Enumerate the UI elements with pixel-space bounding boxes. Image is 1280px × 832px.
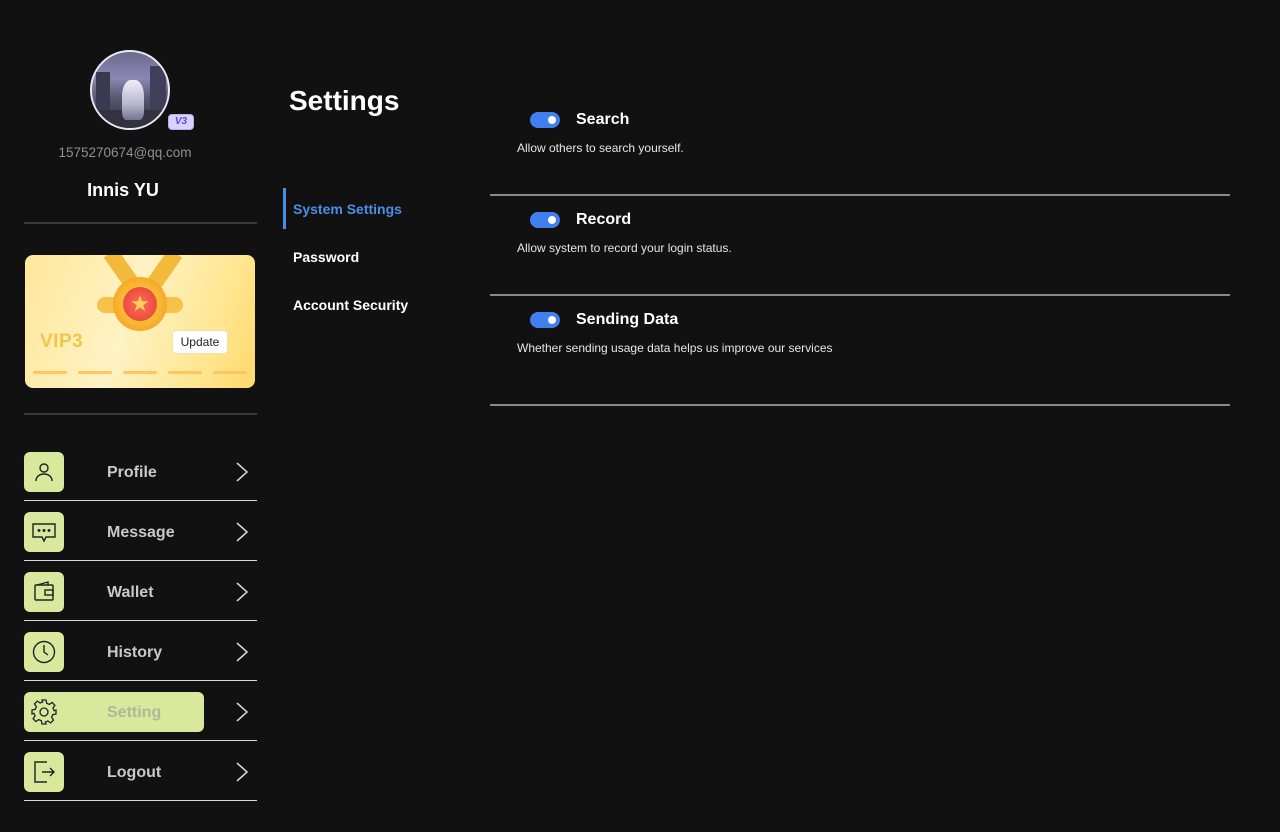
level-badge: V3 (168, 114, 194, 130)
chevron-right-icon (236, 702, 249, 722)
gear-icon (24, 692, 64, 732)
setting-row-sending-data: Sending Data Whether sending usage data … (490, 296, 1230, 406)
chevron-right-icon (236, 582, 249, 602)
menu-item-wallet[interactable]: Wallet (24, 569, 257, 629)
clock-icon (24, 632, 64, 672)
chevron-right-icon (236, 522, 249, 542)
menu-item-label: Logout (107, 764, 162, 781)
menu-item-history[interactable]: History (24, 629, 257, 689)
setting-title: Search (576, 111, 630, 128)
subnav-account-security[interactable]: Account Security (283, 284, 463, 332)
setting-title: Sending Data (576, 311, 679, 328)
logout-icon (24, 752, 64, 792)
sidebar: V3 1575270674@qq.com Innis YU ★ VIP3 Upd… (0, 0, 280, 832)
settings-subnav: System Settings Password Account Securit… (283, 188, 463, 332)
vip-level-label: VIP3 (40, 331, 84, 352)
chevron-right-icon (236, 462, 249, 482)
settings-list: Search Allow others to search yourself. … (490, 96, 1230, 406)
user-icon (24, 452, 64, 492)
user-name: Innis YU (87, 180, 159, 200)
menu-item-profile[interactable]: Profile (24, 449, 257, 509)
menu-item-message[interactable]: Message (24, 509, 257, 569)
vip-card: ★ VIP3 Update (25, 255, 255, 388)
record-toggle[interactable] (530, 212, 560, 228)
page-title: Settings (289, 85, 400, 116)
menu-item-label: Profile (107, 464, 157, 481)
chevron-right-icon (236, 762, 249, 782)
setting-description: Allow others to search yourself. (517, 141, 684, 155)
subnav-password[interactable]: Password (283, 236, 463, 284)
setting-description: Allow system to record your login status… (517, 241, 732, 255)
menu-item-label: Message (107, 524, 175, 541)
sidebar-menu: Profile Message Wallet History Setting L… (24, 449, 257, 809)
chat-icon (24, 512, 64, 552)
setting-row-record: Record Allow system to record your login… (490, 196, 1230, 296)
sending-data-toggle[interactable] (530, 312, 560, 328)
setting-row-search: Search Allow others to search yourself. (490, 96, 1230, 196)
setting-title: Record (576, 211, 632, 228)
chevron-right-icon (236, 642, 249, 662)
medal-icon: ★ (113, 277, 167, 331)
avatar[interactable] (90, 50, 170, 130)
wallet-icon (24, 572, 64, 612)
menu-item-label: Setting (107, 704, 162, 721)
subnav-system-settings[interactable]: System Settings (283, 188, 463, 236)
setting-description: Whether sending usage data helps us impr… (517, 341, 833, 355)
search-toggle[interactable] (530, 112, 560, 128)
divider (24, 222, 257, 224)
menu-item-setting[interactable]: Setting (24, 689, 257, 749)
user-email: 1575270674@qq.com (58, 145, 192, 160)
menu-item-label: Wallet (107, 584, 154, 601)
menu-item-logout[interactable]: Logout (24, 749, 257, 809)
divider (24, 413, 257, 415)
menu-item-label: History (107, 644, 163, 661)
vip-progress-dashes (33, 371, 247, 375)
update-button[interactable]: Update (172, 330, 228, 354)
